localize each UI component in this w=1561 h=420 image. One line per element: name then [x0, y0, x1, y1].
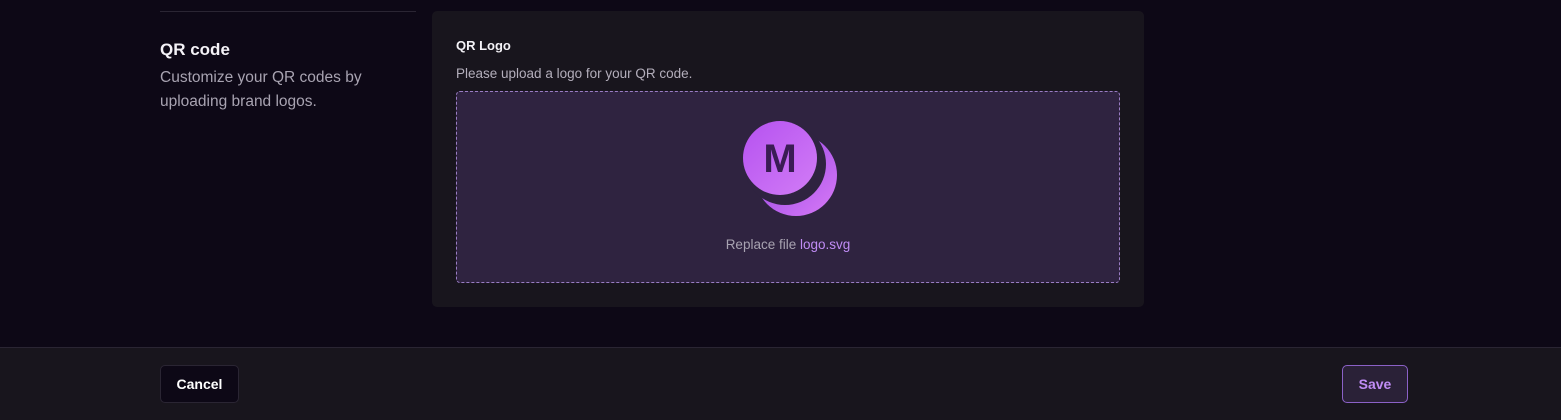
cancel-button[interactable]: Cancel [160, 365, 239, 403]
brand-logo-icon: M [738, 114, 840, 216]
logo-upload-dropzone[interactable]: M Replace file logo.svg [456, 91, 1120, 283]
file-name-link[interactable]: logo.svg [800, 237, 850, 252]
replace-file-label: Replace file [725, 237, 797, 252]
card-description: Please upload a logo for your QR code. [456, 66, 693, 81]
logo-letter: M [763, 137, 796, 181]
section-divider [160, 11, 416, 12]
save-button[interactable]: Save [1342, 365, 1408, 403]
section-title: QR code [160, 40, 230, 59]
card-title: QR Logo [456, 38, 511, 53]
footer-bar: Cancel Save [0, 347, 1561, 420]
section-description: Customize your QR codes by uploading bra… [160, 69, 362, 110]
qr-logo-card: QR Logo Please upload a logo for your QR… [432, 11, 1144, 307]
replace-file-line: Replace file logo.svg [457, 237, 1119, 252]
